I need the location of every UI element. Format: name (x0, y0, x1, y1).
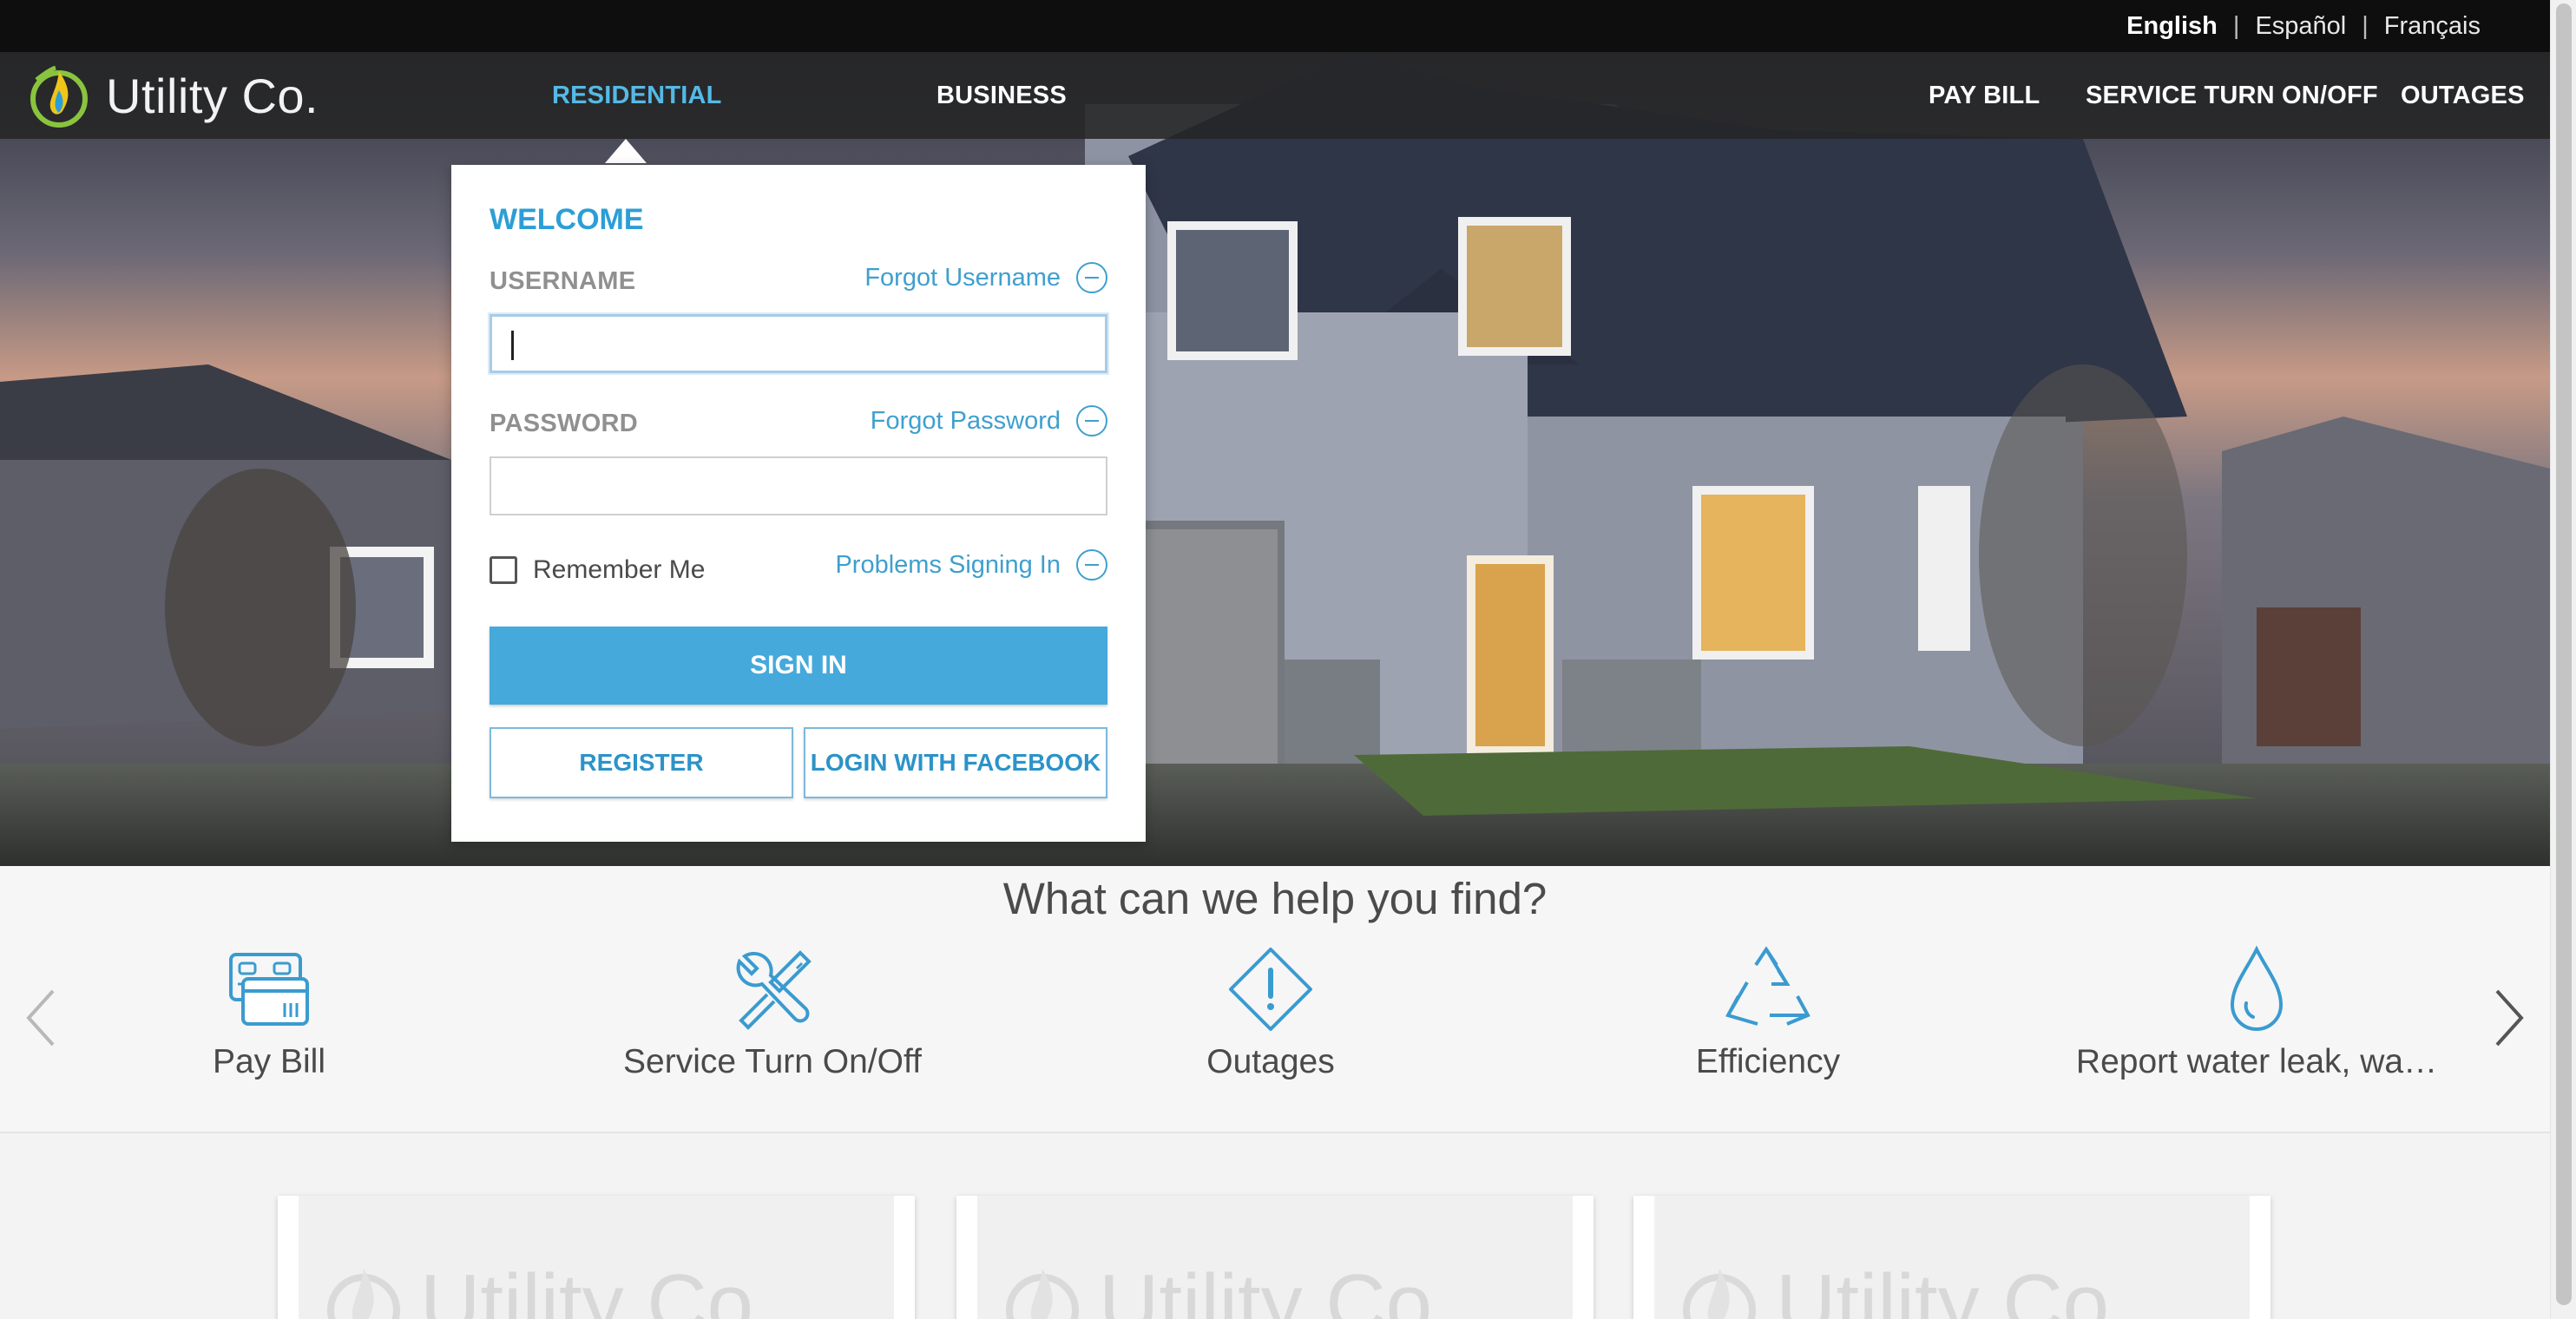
feature-card[interactable]: Utility Co. (956, 1196, 1594, 1319)
feature-card[interactable]: Utility Co. (1633, 1196, 2270, 1319)
sign-in-button[interactable]: SIGN IN (490, 627, 1107, 705)
language-french[interactable]: Français (2384, 12, 2481, 41)
username-label: USERNAME (490, 267, 636, 295)
card-watermark-text: Utility Co. (1776, 1257, 2132, 1319)
quick-links-section: What can we help you find? Pay Bill Serv… (0, 866, 2550, 1133)
page-scrollbar[interactable] (2550, 0, 2576, 1319)
arrow-circle-icon (1076, 262, 1107, 293)
username-input[interactable] (490, 314, 1107, 373)
welcome-heading: WELCOME (490, 203, 644, 236)
house-photo (0, 52, 2550, 866)
tools-icon (736, 950, 812, 1030)
quick-link-label: Efficiency (1695, 1043, 1841, 1080)
card-watermark: Utility Co. (1003, 1257, 1456, 1319)
remember-me-label: Remember Me (533, 555, 706, 584)
nav-residential[interactable]: RESIDENTIAL (552, 52, 722, 139)
quick-link-outages[interactable]: Outages (1062, 944, 1479, 1081)
language-separator: | (2362, 11, 2369, 40)
login-card: WELCOME USERNAME Forgot Username PASSWOR… (451, 165, 1146, 842)
feature-cards-area: Utility Co. Utility Co. Utility Co. (0, 1133, 2550, 1319)
language-bar: English | Español | Français (0, 0, 2550, 52)
quick-link-service-turn-on-off[interactable]: Service Turn On/Off (564, 944, 981, 1081)
forgot-username-text: Forgot Username (864, 263, 1061, 292)
language-spanish[interactable]: Español (2255, 12, 2346, 41)
forgot-password-text: Forgot Password (870, 406, 1061, 435)
card-watermark-text: Utility Co. (420, 1257, 777, 1319)
carousel-prev-button[interactable] (19, 988, 62, 1048)
logo-flame-icon (30, 65, 88, 128)
card-watermark-text: Utility Co. (1099, 1257, 1456, 1319)
remember-me[interactable]: Remember Me (490, 555, 705, 585)
feature-card-image: Utility Co. (977, 1196, 1573, 1319)
feature-card[interactable]: Utility Co. (278, 1196, 915, 1319)
problems-signing-in-link[interactable]: Problems Signing In (835, 549, 1107, 581)
password-label: PASSWORD (490, 410, 639, 437)
register-button[interactable]: REGISTER (490, 727, 793, 798)
recycle-icon (1725, 946, 1810, 1026)
forgot-password-link[interactable]: Forgot Password (871, 405, 1107, 436)
card-watermark: Utility Co. (1680, 1257, 2132, 1319)
text-caret (511, 331, 514, 360)
login-with-facebook-button[interactable]: LOGIN WITH FACEBOOK (804, 727, 1107, 798)
language-english[interactable]: English (2126, 12, 2218, 41)
water-drop-icon (2230, 945, 2284, 1031)
utility-co-logo[interactable]: Utility Co. (24, 59, 319, 132)
language-separator: | (2232, 11, 2240, 40)
nav-outages[interactable]: OUTAGES (2401, 52, 2525, 139)
quick-link-label: Outages (1206, 1043, 1335, 1080)
quick-link-pay-bill[interactable]: Pay Bill (61, 944, 477, 1081)
nav-business[interactable]: BUSINESS (936, 52, 1067, 139)
nav-active-caret (605, 139, 647, 163)
feature-card-image: Utility Co. (299, 1196, 894, 1319)
alert-diamond-icon (1229, 948, 1312, 1031)
chevron-right-icon (2495, 989, 2524, 1047)
main-navigation: Utility Co. RESIDENTIAL BUSINESS PAY BIL… (0, 52, 2550, 139)
logo-text: Utility Co. (106, 68, 319, 123)
arrow-circle-icon (1076, 549, 1107, 581)
arrow-circle-icon (1076, 405, 1107, 436)
problems-signing-in-text: Problems Signing In (835, 550, 1061, 579)
card-watermark: Utility Co. (325, 1257, 777, 1319)
scrollbar-thumb[interactable] (2556, 3, 2572, 1305)
quick-link-report-water-leak[interactable]: Report water leak, wa… (2048, 944, 2465, 1081)
logo-flame-icon (327, 1269, 400, 1319)
nav-service-turn-on-off[interactable]: SERVICE TURN ON/OFF (2086, 52, 2378, 139)
remember-me-checkbox[interactable] (490, 556, 517, 584)
quick-link-label: Service Turn On/Off (623, 1043, 922, 1080)
nav-pay-bill[interactable]: PAY BILL (1929, 52, 2040, 139)
quick-link-efficiency[interactable]: Efficiency (1560, 944, 1976, 1081)
feature-card-image: Utility Co. (1654, 1196, 2250, 1319)
language-list: English | Español | Français (2126, 0, 2481, 52)
credit-card-icon (229, 953, 309, 1026)
help-title: What can we help you find? (1002, 874, 1548, 923)
forgot-username-link[interactable]: Forgot Username (864, 262, 1107, 293)
carousel-next-button[interactable] (2487, 988, 2531, 1048)
logo-flame-icon (1683, 1269, 1756, 1319)
logo-flame-icon (1006, 1269, 1079, 1319)
chevron-left-icon (26, 989, 55, 1047)
quick-link-label: Pay Bill (212, 1043, 326, 1080)
quick-link-label: Report water leak, wa… (2075, 1043, 2438, 1080)
hero-banner (0, 52, 2550, 866)
password-input[interactable] (490, 456, 1107, 515)
